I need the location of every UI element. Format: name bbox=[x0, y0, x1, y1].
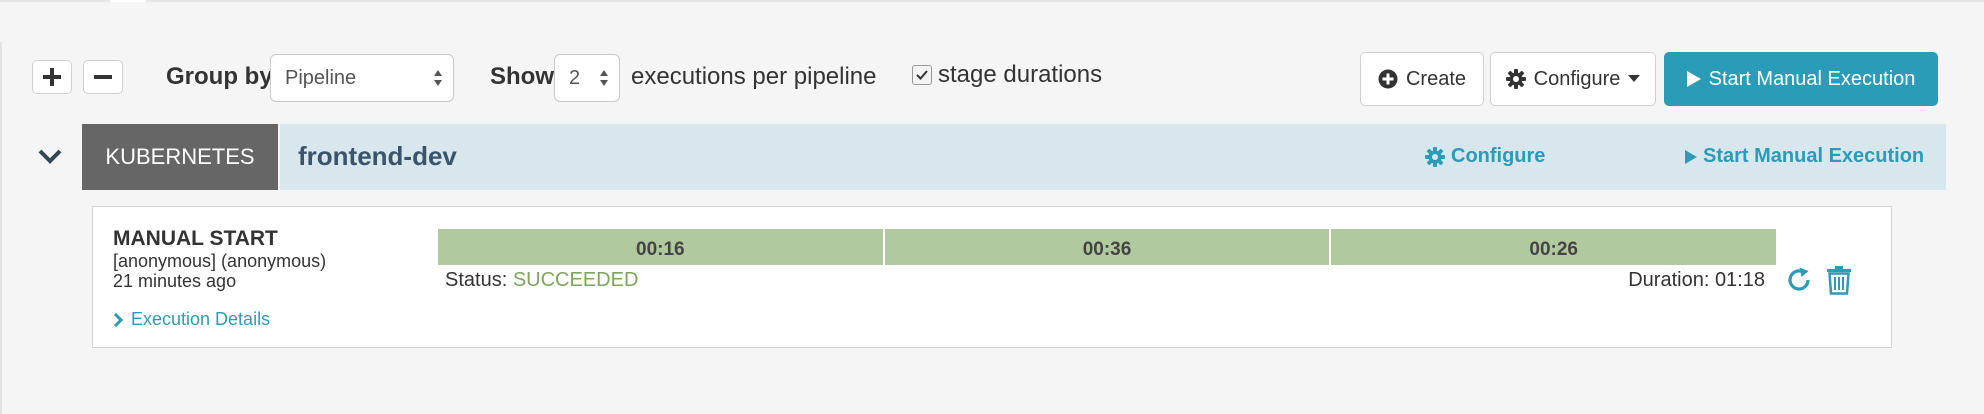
pipeline-name: frontend-dev bbox=[298, 141, 457, 171]
gear-icon bbox=[1425, 146, 1445, 167]
refresh-icon bbox=[1788, 267, 1810, 291]
executions-per-pipeline-label: executions per pipeline bbox=[631, 63, 877, 90]
stage-bar: 00:16 00:36 00:26 bbox=[438, 229, 1777, 265]
chevron-right-icon bbox=[113, 312, 123, 327]
trash-icon bbox=[1827, 266, 1851, 295]
pipeline-start-label: Start Manual Execution bbox=[1703, 145, 1925, 167]
stage-durations-checkbox[interactable] bbox=[912, 65, 932, 85]
delete-execution-button[interactable] bbox=[1823, 263, 1855, 297]
pipeline-configure-link[interactable]: Configure bbox=[1425, 145, 1545, 168]
group-by-label: Group by bbox=[166, 63, 273, 90]
execution-time-ago: 21 minutes ago bbox=[113, 271, 237, 291]
create-label: Create bbox=[1405, 67, 1467, 90]
show-label: Show bbox=[490, 63, 554, 90]
stage-1[interactable]: 00:16 bbox=[438, 229, 883, 265]
play-icon bbox=[1685, 149, 1697, 164]
collapse-all-button[interactable] bbox=[83, 60, 123, 94]
rerun-button[interactable] bbox=[1783, 263, 1815, 297]
stage-3[interactable]: 00:26 bbox=[1331, 229, 1777, 265]
create-button[interactable]: Create bbox=[1360, 52, 1484, 106]
start-manual-execution-button[interactable]: Start Manual Execution bbox=[1664, 52, 1938, 106]
pipeline-bar: frontend-dev Configure Start Manual Exec… bbox=[280, 124, 1946, 190]
start-manual-execution-label: Start Manual Execution bbox=[1708, 67, 1916, 90]
collapse-pipeline-toggle[interactable] bbox=[36, 142, 64, 170]
pipeline-header: KUBERNETES frontend-dev Configure Start … bbox=[0, 124, 1946, 190]
duration-value: 01:18 bbox=[1714, 269, 1765, 291]
duration-label: Duration: bbox=[1628, 269, 1710, 291]
execution-status: Status: SUCCEEDED bbox=[445, 269, 638, 292]
top-strip bbox=[0, 0, 1984, 2]
execution-trigger: MANUAL START bbox=[113, 227, 278, 250]
select-arrows-icon bbox=[434, 70, 442, 86]
gear-icon bbox=[1505, 69, 1526, 89]
configure-label: Configure bbox=[1533, 67, 1621, 90]
group-by-value: Pipeline bbox=[285, 67, 357, 89]
execution-details-label: Execution Details bbox=[131, 309, 271, 329]
plus-circle-icon bbox=[1378, 69, 1398, 89]
stage-2[interactable]: 00:36 bbox=[884, 229, 1330, 265]
expand-all-button[interactable] bbox=[32, 60, 72, 94]
show-count-select[interactable]: 2 bbox=[554, 54, 620, 102]
status-value: SUCCEEDED bbox=[512, 269, 639, 291]
play-icon bbox=[1686, 71, 1701, 87]
plus-icon bbox=[43, 68, 61, 86]
minus-icon bbox=[94, 75, 112, 79]
checkmark-icon bbox=[916, 70, 928, 80]
stage-durations-label: stage durations bbox=[938, 61, 1103, 88]
execution-card: MANUAL START [anonymous] (anonymous) 21 … bbox=[92, 206, 1892, 348]
status-label: Status: bbox=[445, 269, 508, 291]
executions-toolbar: Group by Pipeline Show 2 executions per … bbox=[0, 52, 1984, 106]
account-tag: KUBERNETES bbox=[82, 124, 278, 190]
group-by-select[interactable]: Pipeline bbox=[270, 54, 454, 102]
pipeline-configure-label: Configure bbox=[1451, 145, 1546, 167]
caret-down-icon bbox=[1628, 75, 1641, 82]
execution-duration: Duration: 01:18 bbox=[1628, 269, 1765, 292]
chevron-down-icon bbox=[38, 149, 62, 164]
top-tab bbox=[110, 0, 146, 2]
configure-menu-button[interactable]: Configure bbox=[1490, 52, 1656, 106]
pipeline-start-manual-execution-link[interactable]: Start Manual Execution bbox=[1685, 145, 1924, 168]
execution-details-link[interactable]: Execution Details bbox=[113, 309, 270, 330]
show-count-value: 2 bbox=[569, 67, 581, 89]
select-arrows-icon bbox=[600, 70, 608, 86]
execution-user: [anonymous] (anonymous) bbox=[113, 251, 327, 271]
